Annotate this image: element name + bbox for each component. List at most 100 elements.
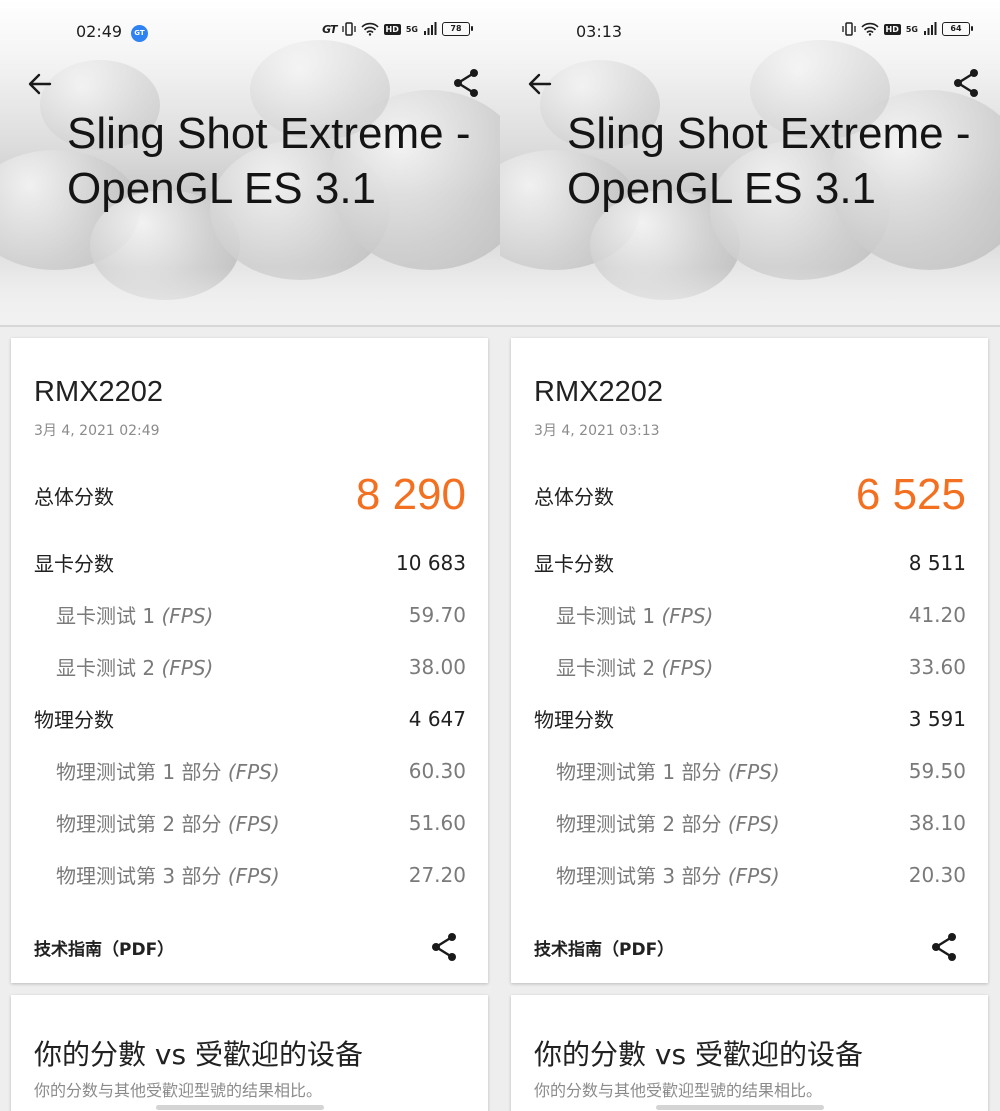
comparison-card: 你的分數 vs 受歡迎的设备 你的分数与其他受歡迎型號的结果相比。: [11, 995, 488, 1111]
physics-test-1-label: 物理测试第 1 部分: [556, 760, 722, 784]
screenshot-comparison: 02:49 GT GT HD 5G 78 Sling Shot Extreme …: [0, 0, 1000, 1111]
graphics-score-value: 10 683: [396, 550, 466, 575]
physics-test-1-label: 物理测试第 1 部分: [56, 760, 222, 784]
graphics-test-1-value: 59.70: [408, 602, 466, 627]
status-bar: 02:49 GT GT HD 5G 78: [0, 0, 500, 58]
graphics-test-1-value: 41.20: [908, 602, 966, 627]
graphics-score-row: 显卡分数 10 683: [34, 548, 466, 577]
signal-icon: [424, 22, 437, 35]
physics-test-2-value: 51.60: [408, 810, 466, 835]
hd-voice-icon: HD: [383, 23, 401, 35]
graphics-score-label: 显卡分数: [34, 552, 114, 576]
notification-badge-icon: GT: [131, 25, 148, 42]
physics-test-3-row: 物理测试第 3 部分 (FPS) 20.30: [534, 860, 966, 889]
fps-unit: (FPS): [727, 864, 780, 888]
signal-icon: [924, 22, 937, 35]
fps-unit: (FPS): [161, 604, 214, 628]
comparison-card: 你的分數 vs 受歡迎的设备 你的分数与其他受歡迎型號的结果相比。: [511, 995, 988, 1111]
physics-test-2-row: 物理测试第 2 部分 (FPS) 38.10: [534, 808, 966, 837]
graphics-score-label: 显卡分数: [534, 552, 614, 576]
graphics-test-1-row: 显卡测试 1 (FPS) 41.20: [534, 600, 966, 629]
result-card: RMX2202 3月 4, 2021 02:49 总体分数 8 290 显卡分数…: [11, 338, 488, 983]
total-score-value: 8 290: [355, 470, 466, 519]
graphics-test-2-label: 显卡测试 2: [556, 656, 656, 680]
status-icons: GT HD 5G 78: [322, 22, 473, 36]
benchmark-title: Sling Shot Extreme - OpenGL ES 3.1: [67, 109, 471, 213]
physics-score-value: 4 647: [408, 706, 466, 731]
physics-score-label: 物理分数: [534, 708, 614, 732]
physics-score-value: 3 591: [908, 706, 966, 731]
total-score-label: 总体分数: [534, 484, 614, 509]
physics-test-3-row: 物理测试第 3 部分 (FPS) 27.20: [34, 860, 466, 889]
fps-unit: (FPS): [161, 656, 214, 680]
status-time: 03:13: [576, 22, 623, 41]
graphics-score-value: 8 511: [908, 550, 966, 575]
vibrate-icon: [841, 22, 856, 36]
physics-test-3-value: 20.30: [908, 862, 966, 887]
physics-test-3-label: 物理测试第 3 部分: [56, 864, 222, 888]
graphics-test-1-label: 显卡测试 1: [556, 604, 656, 628]
physics-test-3-label: 物理测试第 3 部分: [556, 864, 722, 888]
share-icon[interactable]: [430, 932, 458, 962]
physics-score-row: 物理分数 3 591: [534, 704, 966, 733]
fps-unit: (FPS): [227, 864, 280, 888]
graphics-test-2-row: 显卡测试 2 (FPS) 38.00: [34, 652, 466, 681]
physics-test-1-row: 物理测试第 1 部分 (FPS) 60.30: [34, 756, 466, 785]
back-arrow-icon[interactable]: [26, 70, 54, 98]
graphics-score-row: 显卡分数 8 511: [534, 548, 966, 577]
physics-score-label: 物理分数: [34, 708, 114, 732]
back-arrow-icon[interactable]: [526, 70, 554, 98]
tech-guide-pdf-link[interactable]: 技术指南（PDF）: [534, 935, 674, 960]
total-score-row: 总体分数 8 290: [34, 470, 466, 520]
screen-left: 02:49 GT GT HD 5G 78 Sling Shot Extreme …: [0, 0, 500, 1111]
fps-unit: (FPS): [227, 812, 280, 836]
battery-icon: 64: [942, 22, 973, 36]
gt-mode-icon: GT: [322, 22, 337, 36]
wifi-icon: [360, 22, 379, 36]
benchmark-title: Sling Shot Extreme - OpenGL ES 3.1: [567, 109, 971, 213]
device-name: RMX2202: [34, 376, 163, 408]
share-icon[interactable]: [930, 932, 958, 962]
comparison-title: 你的分數 vs 受歡迎的设备: [34, 1038, 363, 1071]
battery-icon: 78: [442, 22, 473, 36]
network-type-label: 5G: [405, 24, 418, 34]
fps-unit: (FPS): [727, 760, 780, 784]
graphics-test-2-value: 33.60: [908, 654, 966, 679]
fps-unit: (FPS): [661, 604, 714, 628]
result-card: RMX2202 3月 4, 2021 03:13 总体分数 6 525 显卡分数…: [511, 338, 988, 983]
network-type-label: 5G: [905, 24, 918, 34]
physics-test-2-label: 物理测试第 2 部分: [56, 812, 222, 836]
result-date: 3月 4, 2021 02:49: [34, 423, 160, 439]
graphics-test-2-label: 显卡测试 2: [56, 656, 156, 680]
hd-voice-icon: HD: [883, 23, 901, 35]
fps-unit: (FPS): [661, 656, 714, 680]
tech-guide-pdf-link[interactable]: 技术指南（PDF）: [34, 935, 174, 960]
device-name: RMX2202: [534, 376, 663, 408]
graphics-test-1-label: 显卡测试 1: [56, 604, 156, 628]
comparison-title: 你的分數 vs 受歡迎的设备: [534, 1038, 863, 1071]
physics-test-2-label: 物理测试第 2 部分: [556, 812, 722, 836]
physics-test-1-value: 60.30: [408, 758, 466, 783]
share-icon[interactable]: [952, 68, 980, 98]
fps-unit: (FPS): [727, 812, 780, 836]
scroll-indicator: [156, 1105, 324, 1110]
total-score-label: 总体分数: [34, 484, 114, 509]
share-icon[interactable]: [452, 68, 480, 98]
physics-test-2-value: 38.10: [908, 810, 966, 835]
vibrate-icon: [341, 22, 356, 36]
comparison-subtitle: 你的分数与其他受歡迎型號的结果相比。: [34, 1081, 323, 1100]
pdf-row: 技术指南（PDF）: [34, 932, 458, 962]
physics-test-2-row: 物理测试第 2 部分 (FPS) 51.60: [34, 808, 466, 837]
physics-score-row: 物理分数 4 647: [34, 704, 466, 733]
result-date: 3月 4, 2021 03:13: [534, 423, 660, 439]
wifi-icon: [860, 22, 879, 36]
status-bar: 03:13 HD 5G 64: [500, 0, 1000, 58]
status-time: 02:49: [76, 22, 123, 41]
graphics-test-1-row: 显卡测试 1 (FPS) 59.70: [34, 600, 466, 629]
total-score-value: 6 525: [855, 470, 966, 519]
screen-right: 03:13 HD 5G 64 Sling Shot Extreme - Open…: [500, 0, 1000, 1111]
total-score-row: 总体分数 6 525: [534, 470, 966, 520]
status-icons: HD 5G 64: [841, 22, 973, 36]
physics-test-1-row: 物理测试第 1 部分 (FPS) 59.50: [534, 756, 966, 785]
comparison-subtitle: 你的分数与其他受歡迎型號的结果相比。: [534, 1081, 823, 1100]
